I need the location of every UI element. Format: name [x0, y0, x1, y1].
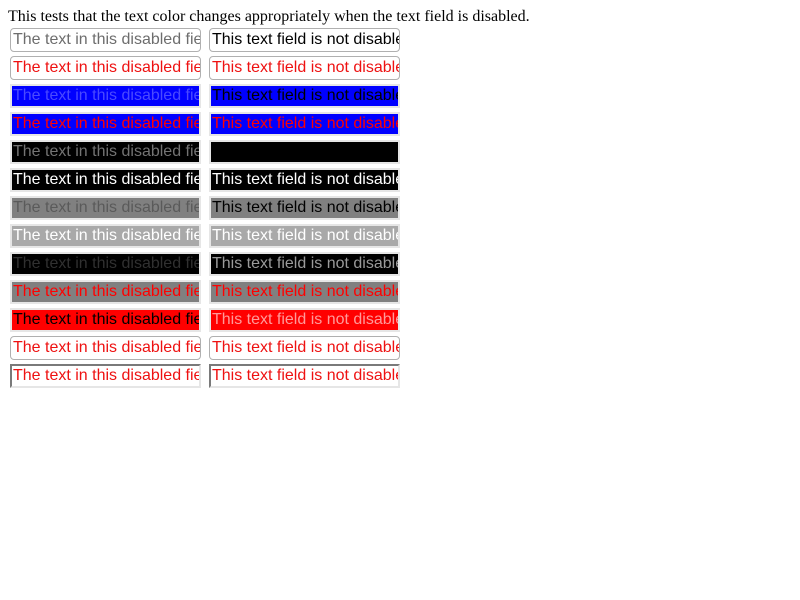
enabled-text-field[interactable]: This text field is not disabled: [209, 196, 400, 220]
text-field-row: The text in this disabled field should d…: [0, 168, 800, 194]
enabled-text-field[interactable]: This text field is not disabled: [209, 140, 400, 164]
enabled-text-field[interactable]: This text field is not disabled: [209, 84, 400, 108]
text-field-row: The text in this disabled field should d…: [0, 280, 800, 306]
disabled-text-field: The text in this disabled field should d…: [10, 56, 201, 80]
disabled-text-field: The text in this disabled field should d…: [10, 280, 201, 304]
enabled-text-field[interactable]: This text field is not disabled: [209, 56, 400, 80]
disabled-text-field: The text in this disabled field should d…: [10, 84, 201, 108]
text-field-row: The text in this disabled field should d…: [0, 308, 800, 334]
disabled-text-field: The text in this disabled field should d…: [10, 28, 201, 52]
text-field-row: The text in this disabled field should d…: [0, 112, 800, 138]
text-field-row: The text in this disabled field should d…: [0, 252, 800, 278]
disabled-text-field: The text in this disabled field should d…: [10, 168, 201, 192]
text-field-row: The text in this disabled field should d…: [0, 84, 800, 110]
enabled-text-field[interactable]: This text field is not disabled: [209, 112, 400, 136]
enabled-text-field[interactable]: This text field is not disabled: [209, 336, 400, 360]
text-field-row: The text in this disabled field should d…: [0, 140, 800, 166]
disabled-text-field: The text in this disabled field should d…: [10, 140, 201, 164]
enabled-text-field[interactable]: This text field is not disabled: [209, 168, 400, 192]
enabled-text-field[interactable]: This text field is not disabled: [209, 224, 400, 248]
text-field-row: The text in this disabled field should d…: [0, 56, 800, 82]
page-heading: This tests that the text color changes a…: [8, 8, 530, 25]
text-field-row: The text in this disabled field should d…: [0, 224, 800, 250]
disabled-text-field: The text in this disabled field should d…: [10, 308, 201, 332]
enabled-text-field[interactable]: This text field is not disabled: [209, 252, 400, 276]
disabled-text-field: The text in this disabled field should d…: [10, 112, 201, 136]
text-field-row: The text in this disabled field should d…: [0, 196, 800, 222]
text-field-row: The text in this disabled field should d…: [0, 336, 800, 362]
text-field-row: The text in this disabled field should d…: [0, 364, 800, 390]
disabled-text-field: The text in this disabled field should d…: [10, 252, 201, 276]
disabled-text-field: The text in this disabled field should d…: [10, 336, 201, 360]
enabled-text-field[interactable]: This text field is not disabled: [209, 364, 400, 388]
text-field-row: The text in this disabled field should d…: [0, 28, 800, 54]
disabled-text-field: The text in this disabled field should d…: [10, 196, 201, 220]
enabled-text-field[interactable]: This text field is not disabled: [209, 28, 400, 52]
enabled-text-field[interactable]: This text field is not disabled: [209, 280, 400, 304]
disabled-text-field: The text in this disabled field should d…: [10, 364, 201, 388]
enabled-text-field[interactable]: This text field is not disabled: [209, 308, 400, 332]
disabled-text-field: The text in this disabled field should d…: [10, 224, 201, 248]
